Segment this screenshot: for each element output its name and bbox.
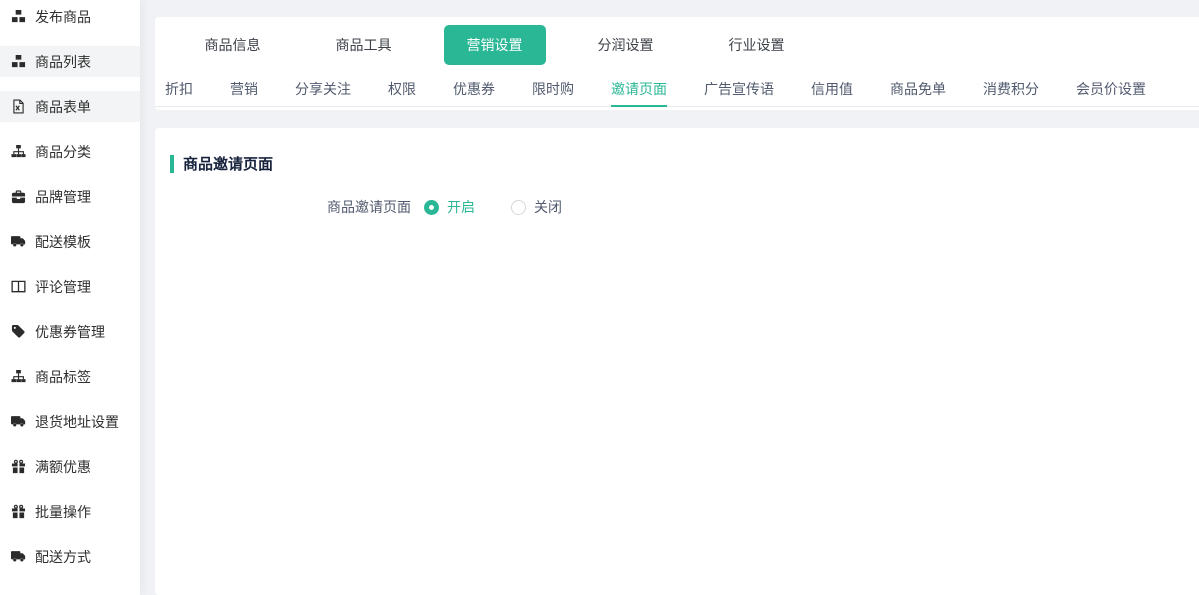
radio-unselected-icon[interactable] [511, 200, 526, 215]
sidebar-item-label: 商品表单 [35, 97, 91, 117]
tag-icon [11, 324, 26, 339]
tab-label: 营销设置 [444, 25, 546, 65]
sidebar-item-product-tag[interactable]: 商品标签 [0, 354, 140, 399]
subtab-member-price-settings[interactable]: 会员价设置 [1076, 73, 1146, 107]
cubes-icon [11, 9, 26, 24]
radio-option-on[interactable]: 开启 [424, 197, 475, 217]
sidebar-item-label: 批量操作 [35, 502, 91, 522]
sidebar-item-product-category[interactable]: 商品分类 [0, 129, 140, 174]
tab-marketing-settings[interactable]: 营销设置 [429, 25, 560, 65]
tab-label: 商品信息 [205, 35, 261, 55]
subtab-product-free-order[interactable]: 商品免单 [890, 73, 946, 107]
radio-option-off[interactable]: 关闭 [511, 197, 562, 217]
sidebar-item-label: 品牌管理 [35, 187, 91, 207]
tab-profit-settings[interactable]: 分润设置 [560, 35, 691, 55]
sidebar-item-label: 退货地址设置 [35, 412, 119, 432]
sidebar-item-label: 发布商品 [35, 7, 91, 27]
sitemap-icon [11, 144, 26, 159]
sidebar-item-label: 商品列表 [35, 52, 91, 72]
settings-tabs-card: 商品信息 商品工具 营销设置 分润设置 行业设置 折扣 营销 分享关注 权限 优… [155, 17, 1199, 110]
sidebar-item-label: 满额优惠 [35, 457, 91, 477]
tab-product-info[interactable]: 商品信息 [167, 35, 298, 55]
truck-icon [11, 234, 26, 249]
invite-page-label: 商品邀请页面 [327, 197, 411, 217]
subtab-flash-sale[interactable]: 限时购 [532, 73, 574, 107]
file-excel-icon [11, 99, 26, 114]
tab-product-tools[interactable]: 商品工具 [298, 35, 429, 55]
sidebar: 发布商品 商品列表 商品表单 商品分类 品牌管理 [0, 0, 140, 595]
tab-label: 行业设置 [729, 35, 785, 55]
subtab-invite-page[interactable]: 邀请页面 [611, 73, 667, 107]
section-title: 商品邀请页面 [183, 153, 273, 174]
subtab-share-follow[interactable]: 分享关注 [295, 73, 351, 107]
section-header: 商品邀请页面 [155, 128, 1199, 174]
tab-label: 商品工具 [336, 35, 392, 55]
subtab-consume-points[interactable]: 消费积分 [983, 73, 1039, 107]
sidebar-item-batch-operation[interactable]: 批量操作 [0, 489, 140, 534]
sidebar-item-label: 配送模板 [35, 232, 91, 252]
sidebar-menu: 发布商品 商品列表 商品表单 商品分类 品牌管理 [0, 0, 140, 579]
subtab-permission[interactable]: 权限 [388, 73, 416, 107]
sidebar-item-shipping-method[interactable]: 配送方式 [0, 534, 140, 579]
sidebar-item-label: 商品分类 [35, 142, 91, 162]
tab-label: 分润设置 [598, 35, 654, 55]
sidebar-item-publish-product[interactable]: 发布商品 [0, 0, 140, 39]
subtab-marketing[interactable]: 营销 [230, 73, 258, 107]
sidebar-item-full-amount-discount[interactable]: 满额优惠 [0, 444, 140, 489]
radio-option-label: 开启 [447, 197, 475, 217]
subtab-coupon[interactable]: 优惠券 [453, 73, 495, 107]
sidebar-item-label: 评论管理 [35, 277, 91, 297]
sidebar-item-product-form[interactable]: 商品表单 [0, 84, 140, 129]
truck-icon [11, 549, 26, 564]
columns-icon [11, 279, 26, 294]
subtab-ad-slogan[interactable]: 广告宣传语 [704, 73, 774, 107]
primary-tab-bar: 商品信息 商品工具 营销设置 分润设置 行业设置 [155, 17, 1199, 71]
sidebar-item-comment-management[interactable]: 评论管理 [0, 264, 140, 309]
secondary-tab-bar: 折扣 营销 分享关注 权限 优惠券 限时购 邀请页面 广告宣传语 信用值 商品免… [155, 73, 1199, 107]
subtab-discount[interactable]: 折扣 [165, 73, 193, 107]
radio-option-label: 关闭 [534, 197, 562, 217]
tab-industry-settings[interactable]: 行业设置 [691, 35, 822, 55]
sidebar-item-label: 配送方式 [35, 547, 91, 567]
truck-icon [11, 414, 26, 429]
invite-page-form-row: 商品邀请页面 开启 关闭 [155, 197, 1199, 217]
sidebar-item-brand-management[interactable]: 品牌管理 [0, 174, 140, 219]
sidebar-item-label: 优惠券管理 [35, 322, 105, 342]
invite-page-panel: 商品邀请页面 商品邀请页面 开启 关闭 [155, 128, 1199, 595]
sidebar-item-label: 商品标签 [35, 367, 91, 387]
radio-selected-icon[interactable] [424, 200, 439, 215]
sidebar-item-coupon-management[interactable]: 优惠券管理 [0, 309, 140, 354]
gift-icon [11, 504, 26, 519]
cubes-icon [11, 54, 26, 69]
briefcase-icon [11, 189, 26, 204]
sidebar-item-product-list[interactable]: 商品列表 [0, 39, 140, 84]
sidebar-item-shipping-template[interactable]: 配送模板 [0, 219, 140, 264]
sidebar-item-return-address-settings[interactable]: 退货地址设置 [0, 399, 140, 444]
gift-icon [11, 459, 26, 474]
subtab-credit-value[interactable]: 信用值 [811, 73, 853, 107]
invite-page-radio-group: 开启 关闭 [424, 197, 562, 217]
section-accent-bar [170, 155, 174, 173]
sitemap-icon [11, 369, 26, 384]
